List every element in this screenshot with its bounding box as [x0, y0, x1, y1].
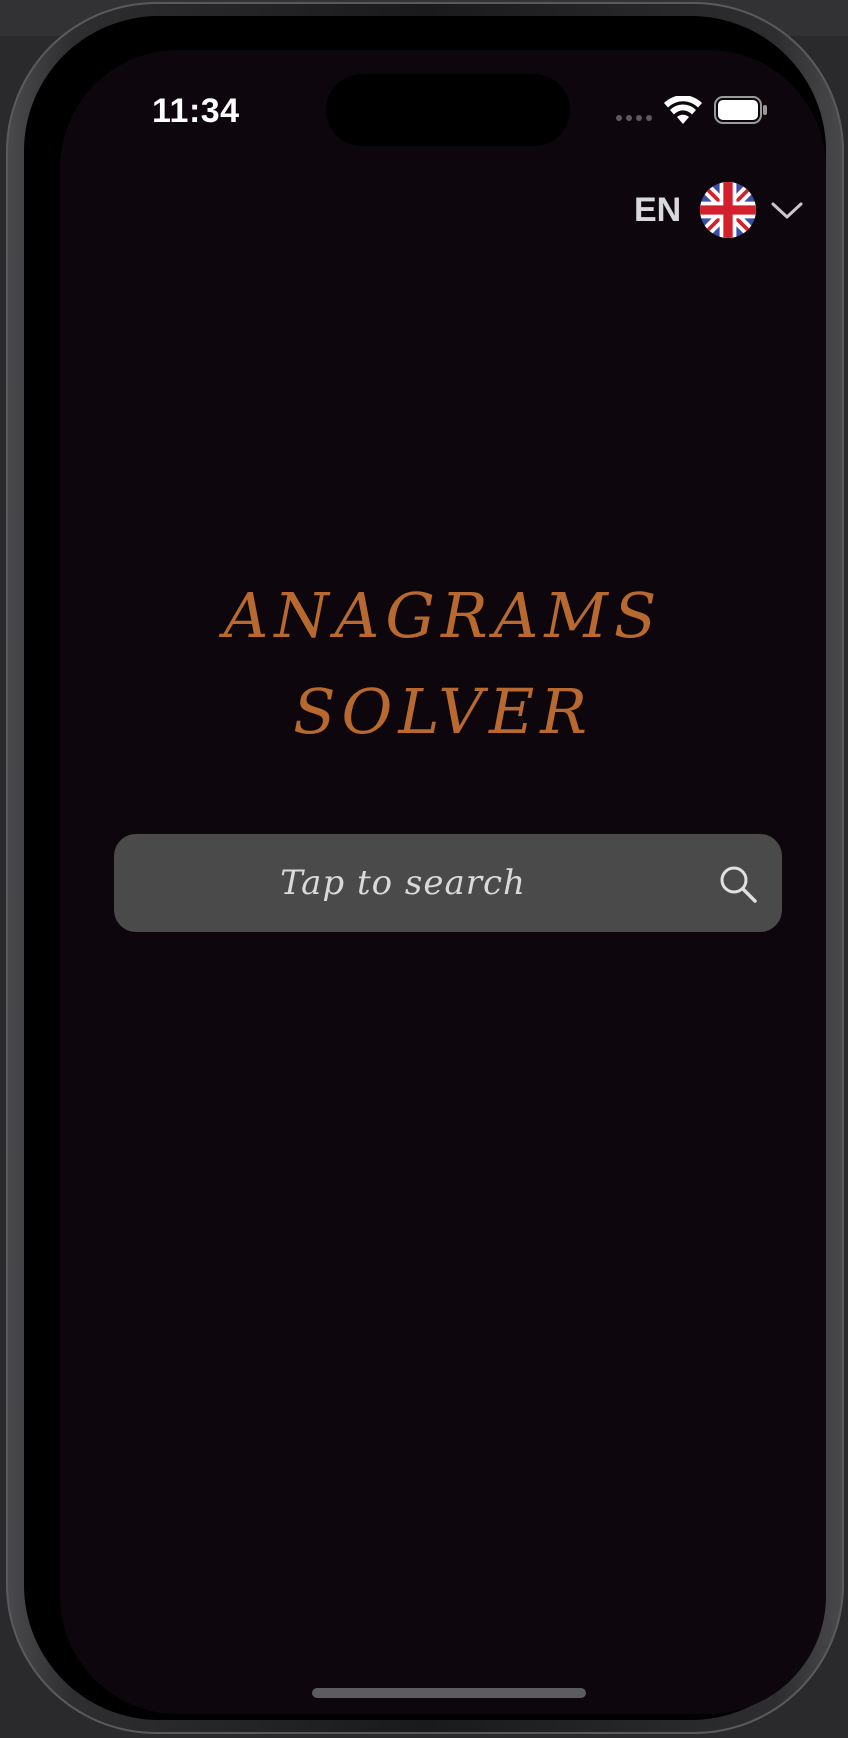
uk-flag-icon: [700, 182, 756, 238]
search-bar[interactable]: Tap to search: [114, 834, 782, 932]
language-code: EN: [634, 190, 682, 229]
search-icon[interactable]: [718, 864, 758, 904]
app-title-line-1: ANAGRAMS: [223, 579, 663, 652]
search-placeholder: Tap to search: [280, 863, 526, 903]
language-selector[interactable]: EN: [634, 178, 804, 242]
status-time: 11:34: [152, 92, 240, 130]
app-title-line-2: SOLVER: [293, 675, 593, 748]
cellular-signal-icon: [616, 115, 656, 123]
phone-frame: 11:34 EN ANAGRAMS SOLVER Tap to search: [6, 2, 844, 1734]
app-title: ANAGRAMS SOLVER: [60, 568, 826, 760]
home-indicator[interactable]: [312, 1688, 586, 1698]
app-screen: 11:34 EN ANAGRAMS SOLVER Tap to search: [60, 50, 826, 1714]
wifi-icon: [664, 96, 702, 124]
dynamic-island: [326, 74, 570, 146]
battery-icon: [714, 96, 767, 124]
chevron-down-icon: [771, 202, 803, 219]
phone-bezel: 11:34 EN ANAGRAMS SOLVER Tap to search: [24, 16, 826, 1720]
